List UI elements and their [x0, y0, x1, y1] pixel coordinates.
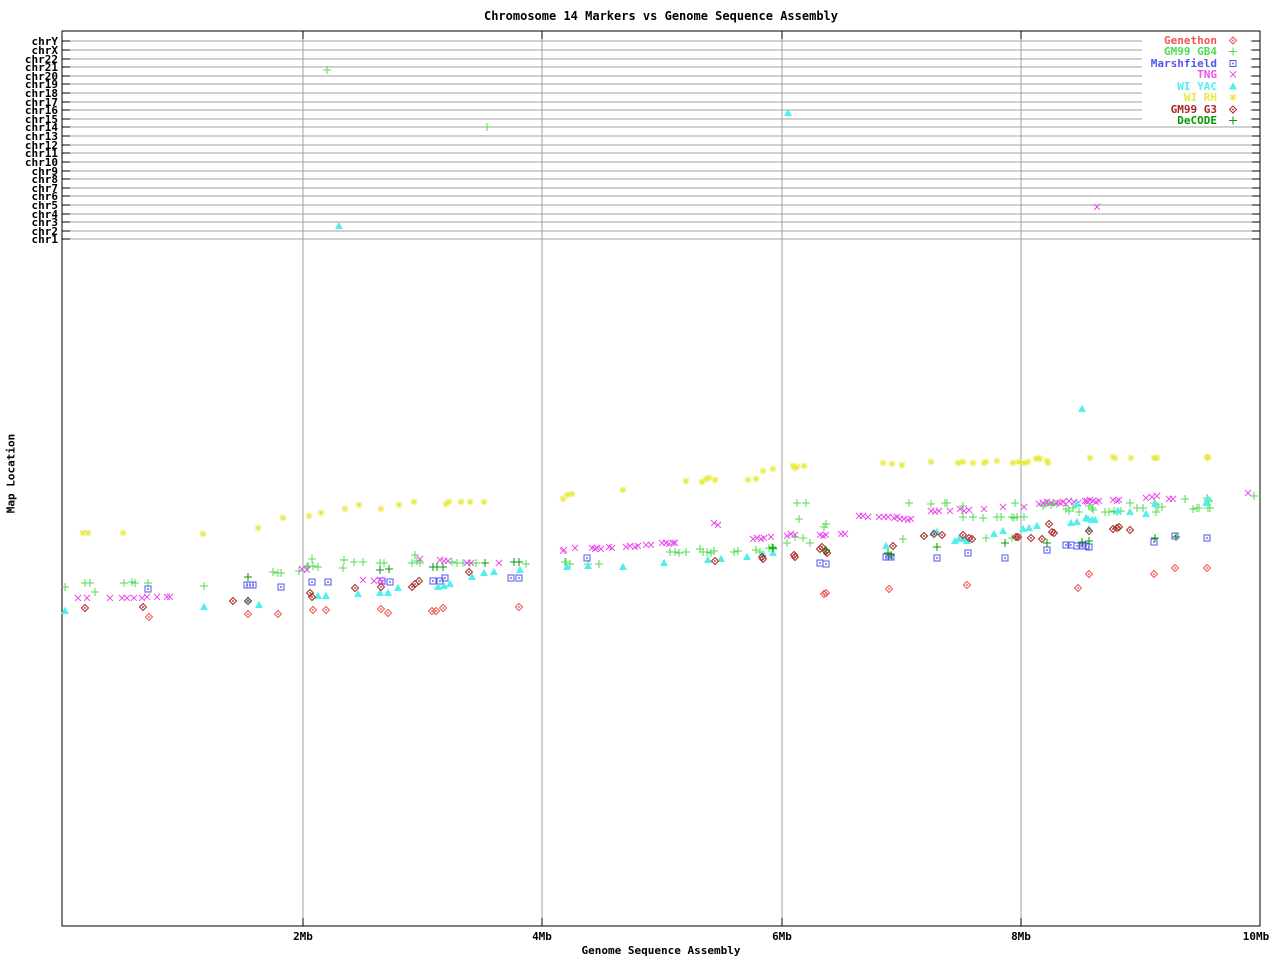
- legend-marker-icon: [1229, 47, 1237, 56]
- series-genethon: [144, 563, 1212, 622]
- series-tng: [74, 203, 1252, 602]
- legend-marker-icon: [1229, 94, 1237, 102]
- legend-label: DeCODE: [1177, 113, 1217, 127]
- x-axis-tick-label: 10Mb: [1242, 930, 1270, 943]
- legend-entry: WI YAC: [1142, 80, 1250, 93]
- legend-marker-icon: [1229, 116, 1237, 125]
- legend-marker-icon: [1228, 36, 1238, 45]
- y-axis-chr-label: chr1: [31, 233, 59, 246]
- x-axis-tick-label: 4Mb: [532, 930, 552, 943]
- x-axis-tick-label: 6Mb: [772, 930, 792, 943]
- legend-entry: DeCODE: [1142, 113, 1250, 127]
- x-axis-tick-label: 2Mb: [293, 930, 313, 943]
- plot-area: [60, 30, 1261, 927]
- legend-entry: GM99 GB4: [1142, 45, 1250, 58]
- legend-marker-icon: [1228, 104, 1238, 114]
- series-gm99-g3: [80, 519, 1135, 613]
- legend-entry: TNG: [1142, 68, 1250, 81]
- series-wi-rh: [79, 453, 1212, 538]
- legend-marker-icon: [1229, 71, 1237, 79]
- x-axis-tick-label: 8Mb: [1011, 930, 1031, 943]
- chart: Chromosome 14 Markers vs Genome Sequence…: [0, 0, 1280, 960]
- legend-entry: GM99 G3: [1142, 103, 1250, 116]
- legend-entry: Marshfield: [1142, 57, 1250, 70]
- legend-marker-icon: [1229, 59, 1237, 67]
- legend-marker-icon: [1228, 81, 1238, 90]
- legend-entry: Genethon: [1142, 34, 1250, 47]
- legend: Genethon GM99 GB4 Marshfield TNG WI YAC WI RH…: [1142, 34, 1250, 127]
- legend-entry: WI RH: [1142, 91, 1250, 104]
- series-marshfield: [144, 532, 1211, 593]
